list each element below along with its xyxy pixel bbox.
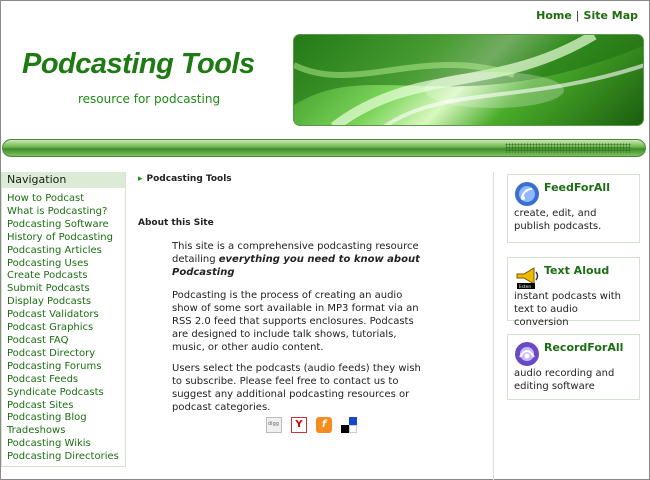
nav-link[interactable]: Podcasting Directories bbox=[7, 451, 119, 462]
product-name[interactable]: FeedForAll bbox=[544, 179, 633, 197]
header-banner-image bbox=[293, 34, 644, 126]
nav-link[interactable]: Podcast Validators bbox=[7, 309, 99, 320]
nav-item-history-of-podcasting: History of Podcasting bbox=[7, 232, 125, 245]
product-name[interactable]: RecordForAll bbox=[544, 339, 633, 357]
intro-paragraph: This site is a comprehensive podcasting … bbox=[172, 241, 424, 280]
site-tagline: resource for podcasting bbox=[78, 92, 221, 106]
product-name[interactable]: Text Aloud bbox=[544, 262, 633, 280]
nav-link[interactable]: Podcasting Uses bbox=[7, 258, 88, 269]
delicious-icon[interactable] bbox=[341, 417, 357, 433]
nav-link[interactable]: Syndicate Podcasts bbox=[7, 387, 104, 398]
nav-link[interactable]: Podcast Sites bbox=[7, 400, 73, 411]
nav-item-podcast-feeds: Podcast Feeds bbox=[7, 374, 125, 387]
digg-icon[interactable] bbox=[266, 417, 282, 433]
definition-paragraph: Podcasting is the process of creating an… bbox=[172, 290, 419, 353]
header-divider-bar bbox=[2, 139, 646, 157]
product-box-recordforall[interactable]: RecordForAll audio recording and editing… bbox=[507, 334, 640, 400]
furl-icon[interactable]: f bbox=[316, 417, 332, 433]
nav-link[interactable]: What is Podcasting? bbox=[7, 206, 107, 217]
nav-link[interactable]: Podcasting Articles bbox=[7, 245, 102, 256]
subscribe-paragraph: Users select the podcasts (audio feeds) … bbox=[172, 363, 421, 413]
navigation-sidebar: Navigation How to Podcast What is Podcas… bbox=[1, 172, 126, 467]
nav-link[interactable]: Tradeshows bbox=[7, 425, 65, 436]
product-description: audio recording and editing software bbox=[514, 368, 615, 392]
navigation-heading: Navigation bbox=[2, 172, 125, 188]
product-box-feedforall[interactable]: FeedForAll create, edit, and publish pod… bbox=[507, 174, 640, 243]
nav-link[interactable]: Podcasting Forums bbox=[7, 361, 101, 372]
top-nav: Home | Site Map bbox=[536, 9, 638, 22]
nav-link[interactable]: Podcast Directory bbox=[7, 348, 95, 359]
social-bookmarks: Y f bbox=[266, 417, 357, 433]
nav-link[interactable]: Podcast FAQ bbox=[7, 335, 68, 346]
home-link[interactable]: Home bbox=[536, 9, 572, 22]
site-map-link[interactable]: Site Map bbox=[584, 9, 638, 22]
nav-item-podcasting-software: Podcasting Software bbox=[7, 219, 125, 232]
nav-item-podcast-faq: Podcast FAQ bbox=[7, 335, 125, 348]
navigation-list: How to Podcast What is Podcasting? Podca… bbox=[2, 188, 125, 464]
nav-link[interactable]: How to Podcast bbox=[7, 193, 84, 204]
site-title[interactable]: Podcasting Tools bbox=[22, 48, 255, 81]
feed-icon bbox=[515, 182, 539, 206]
nav-link[interactable]: Podcast Graphics bbox=[7, 322, 93, 333]
nav-item-podcast-sites: Podcast Sites bbox=[7, 400, 125, 413]
nav-item-podcasting-wikis: Podcasting Wikis bbox=[7, 438, 125, 451]
yahoo-icon[interactable]: Y bbox=[291, 417, 307, 433]
nav-link[interactable]: Podcasting Software bbox=[7, 219, 109, 230]
nav-link[interactable]: Display Podcasts bbox=[7, 296, 91, 307]
breadcrumb-label: Podcasting Tools bbox=[146, 174, 232, 184]
section-heading: About this Site bbox=[138, 218, 214, 228]
megaphone-icon: listen bbox=[516, 267, 539, 290]
nav-item-create-podcasts: Create Podcasts bbox=[7, 270, 125, 283]
record-icon bbox=[515, 342, 539, 366]
nav-link[interactable]: Podcasting Wikis bbox=[7, 438, 91, 449]
nav-item-tradeshows: Tradeshows bbox=[7, 425, 125, 438]
right-column-divider bbox=[493, 172, 494, 480]
nav-link[interactable]: Create Podcasts bbox=[7, 270, 88, 281]
nav-link[interactable]: Podcasting Blog bbox=[7, 412, 87, 423]
nav-item-podcast-graphics: Podcast Graphics bbox=[7, 322, 125, 335]
breadcrumb: ▸ Podcasting Tools bbox=[138, 174, 232, 184]
nav-item-syndicate-podcasts: Syndicate Podcasts bbox=[7, 387, 125, 400]
nav-item-how-to-podcast: How to Podcast bbox=[7, 193, 125, 206]
nav-item-podcast-validators: Podcast Validators bbox=[7, 309, 125, 322]
nav-item-podcast-directory: Podcast Directory bbox=[7, 348, 125, 361]
nav-item-podcasting-articles: Podcasting Articles bbox=[7, 245, 125, 258]
nav-link[interactable]: History of Podcasting bbox=[7, 232, 113, 243]
product-box-text-aloud[interactable]: listen Text Aloud instant podcasts with … bbox=[507, 257, 640, 328]
nav-item-podcasting-uses: Podcasting Uses bbox=[7, 258, 125, 271]
nav-item-podcasting-blog: Podcasting Blog bbox=[7, 412, 125, 425]
svg-text:listen: listen bbox=[519, 284, 531, 290]
nav-item-podcasting-directories: Podcasting Directories bbox=[7, 451, 125, 464]
breadcrumb-arrow-icon: ▸ bbox=[138, 174, 143, 184]
nav-item-what-is-podcasting: What is Podcasting? bbox=[7, 206, 125, 219]
topnav-separator: | bbox=[575, 9, 580, 22]
product-description: create, edit, and publish podcasts. bbox=[514, 208, 602, 232]
product-description: instant podcasts with text to audio conv… bbox=[514, 291, 621, 328]
nav-item-submit-podcasts: Submit Podcasts bbox=[7, 283, 125, 296]
nav-link[interactable]: Submit Podcasts bbox=[7, 283, 90, 294]
nav-item-podcasting-forums: Podcasting Forums bbox=[7, 361, 125, 374]
nav-item-display-podcasts: Display Podcasts bbox=[7, 296, 125, 309]
nav-link[interactable]: Podcast Feeds bbox=[7, 374, 78, 385]
